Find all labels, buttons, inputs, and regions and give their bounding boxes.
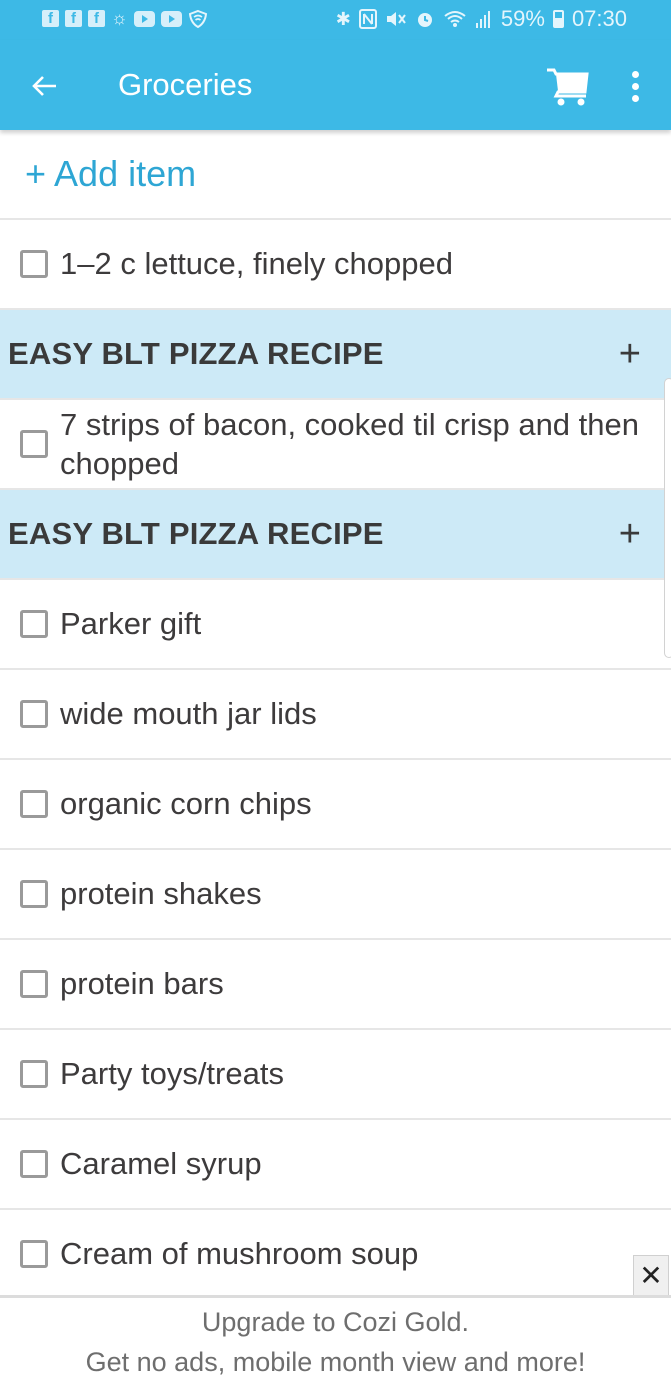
item-checkbox[interactable]	[20, 250, 48, 278]
list-item[interactable]: wide mouth jar lids	[0, 670, 671, 760]
upgrade-banner[interactable]: Upgrade to Cozi Gold. Get no ads, mobile…	[0, 1295, 671, 1380]
upgrade-subtitle: Get no ads, mobile month view and more!	[85, 1347, 586, 1377]
list-item[interactable]: Party toys/treats	[0, 1030, 671, 1120]
item-text: protein bars	[60, 966, 224, 1001]
item-checkbox[interactable]	[20, 1060, 48, 1088]
weather-icon: ☼	[111, 8, 128, 28]
item-checkbox[interactable]	[20, 880, 48, 908]
add-item-row: + Add item	[0, 130, 671, 220]
scrollbar[interactable]	[664, 378, 671, 658]
signal-icon	[475, 9, 493, 29]
section-add-button[interactable]: +	[619, 515, 641, 553]
shopping-list: + Add item 1–2 c lettuce, finely chopped…	[0, 130, 671, 1295]
item-text: protein shakes	[60, 876, 262, 911]
youtube-icon	[133, 10, 155, 27]
alarm-icon	[415, 9, 435, 29]
list-item[interactable]: Caramel syrup	[0, 1120, 671, 1210]
item-checkbox[interactable]	[20, 700, 48, 728]
item-checkbox[interactable]	[20, 610, 48, 638]
section-header: EASY BLT PIZZA RECIPE +	[0, 310, 671, 400]
nfc-icon	[358, 9, 377, 29]
bluetooth-icon: ✱	[335, 8, 351, 29]
close-ad-button[interactable]: ✕	[633, 1255, 669, 1295]
page-title: Groceries	[118, 67, 253, 102]
section-title: EASY BLT PIZZA RECIPE	[8, 516, 384, 551]
list-item[interactable]: protein shakes	[0, 850, 671, 940]
item-text: wide mouth jar lids	[60, 696, 317, 731]
item-checkbox[interactable]	[20, 430, 48, 458]
item-checkbox[interactable]	[20, 1150, 48, 1178]
facebook-icon: f	[88, 10, 105, 27]
shield-icon	[188, 9, 208, 29]
more-vert-icon-dot	[631, 82, 639, 90]
item-text: Parker gift	[60, 606, 202, 641]
cart-button[interactable]	[545, 64, 591, 108]
item-text: 7 strips of bacon, cooked til crisp and …	[60, 407, 639, 481]
item-text: Cream of mushroom soup	[60, 1236, 419, 1271]
battery-icon	[552, 10, 564, 28]
item-text: Party toys/treats	[60, 1056, 284, 1091]
facebook-icon: f	[65, 10, 82, 27]
list-item[interactable]: organic corn chips	[0, 760, 671, 850]
facebook-icon: f	[42, 10, 59, 27]
section-header: EASY BLT PIZZA RECIPE +	[0, 490, 671, 580]
mute-icon	[385, 9, 407, 29]
item-checkbox[interactable]	[20, 790, 48, 818]
notification-icons: f f f ☼	[42, 8, 208, 29]
list-item[interactable]: Parker gift	[0, 580, 671, 670]
system-icons: ✱ 59% 07:30	[336, 6, 627, 32]
section-title: EASY BLT PIZZA RECIPE	[8, 336, 384, 371]
list-item[interactable]: 7 strips of bacon, cooked til crisp and …	[0, 400, 671, 490]
section-add-button[interactable]: +	[619, 335, 641, 373]
clock: 07:30	[571, 6, 627, 31]
app-bar: Groceries	[0, 40, 671, 130]
list-item[interactable]: Cream of mushroom soup	[0, 1210, 671, 1295]
youtube-icon	[160, 10, 182, 27]
item-text: 1–2 c lettuce, finely chopped	[60, 246, 453, 281]
item-checkbox[interactable]	[20, 970, 48, 998]
wifi-icon	[443, 9, 467, 29]
status-bar: f f f ☼ ✱ 59% 07:30	[0, 0, 671, 40]
item-checkbox[interactable]	[20, 1240, 48, 1268]
back-button[interactable]	[22, 64, 68, 110]
upgrade-title: Upgrade to Cozi Gold.	[201, 1307, 470, 1337]
cart-icon	[547, 68, 589, 106]
item-text: organic corn chips	[60, 786, 312, 821]
arrow-left-icon	[32, 76, 56, 96]
battery-percent: 59%	[500, 6, 545, 31]
more-vert-icon-dot	[631, 94, 639, 102]
list-item[interactable]: 1–2 c lettuce, finely chopped	[0, 220, 671, 310]
add-item-button[interactable]: + Add item	[25, 153, 196, 195]
list-item[interactable]: protein bars	[0, 940, 671, 1030]
more-options-button[interactable]	[618, 64, 652, 108]
more-vert-icon-dot	[631, 70, 639, 78]
item-text: Caramel syrup	[60, 1146, 262, 1181]
